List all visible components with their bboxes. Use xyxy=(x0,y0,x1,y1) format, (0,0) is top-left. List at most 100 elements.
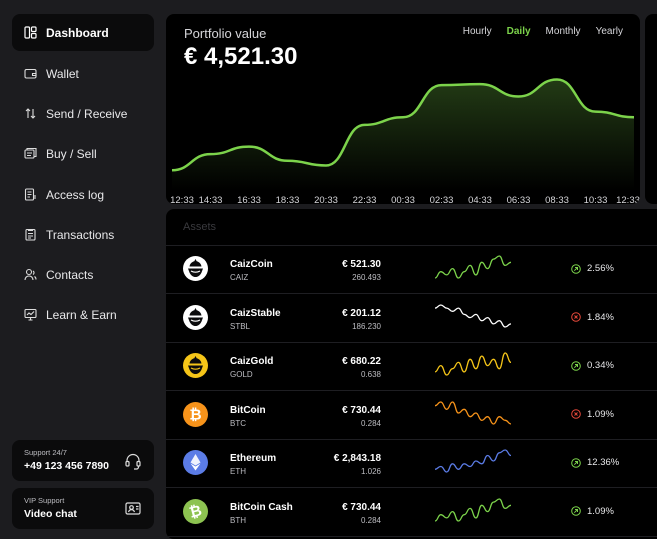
asset-row-gold[interactable]: CaizGold GOLD € 680.22 0.638 0.34% xyxy=(166,343,657,391)
asset-name: CaizStable xyxy=(230,307,281,319)
asset-sparkline xyxy=(434,303,512,328)
sidebar-item-transactions[interactable]: Transactions xyxy=(12,216,154,253)
trend-up-icon xyxy=(571,263,581,274)
asset-change: 12.36% xyxy=(571,457,619,468)
asset-change: 1.84% xyxy=(571,312,614,323)
asset-amount: 0.638 xyxy=(360,370,381,379)
asset-row-caiz[interactable]: CaizCoin CAIZ € 521.30 260.493 2.56% xyxy=(166,246,657,294)
caizgold-icon xyxy=(183,353,208,378)
asset-value: € 201.12 xyxy=(342,307,381,319)
support-card[interactable]: Support 24/7 +49 123 456 7890 xyxy=(12,440,154,481)
video-chat-icon xyxy=(124,500,142,518)
sidebar-item-label: Send / Receive xyxy=(46,106,128,121)
asset-sparkline xyxy=(434,255,512,279)
caizstable-icon xyxy=(183,304,208,330)
chart-area-fill xyxy=(172,79,634,190)
side-panel xyxy=(645,14,657,204)
trend-up-icon xyxy=(571,360,581,371)
asset-name: BitCoin xyxy=(230,404,266,416)
send-receive-icon xyxy=(24,107,37,120)
access-log-icon xyxy=(24,188,37,201)
asset-change: 0.34% xyxy=(571,360,614,371)
trend-up-icon xyxy=(571,506,581,516)
x-tick-label: 12:33 xyxy=(616,195,640,204)
asset-row-eth[interactable]: Ethereum ETH € 2,843.18 1.026 12.36% xyxy=(166,440,657,488)
asset-change-value: 1.84% xyxy=(587,311,614,323)
asset-row-btc[interactable]: ₿ BitCoin BTC € 730.44 0.284 1.09% xyxy=(166,392,657,440)
svg-text:₿: ₿ xyxy=(189,405,201,423)
wallet-icon xyxy=(24,67,37,80)
x-tick-label: 18:33 xyxy=(275,195,300,204)
x-tick-label: 06:33 xyxy=(506,195,531,204)
headset-icon xyxy=(124,452,142,470)
x-tick-label: 02:33 xyxy=(429,195,454,204)
sidebar-item-access-log[interactable]: Access log xyxy=(12,176,154,213)
asset-change-value: 1.09% xyxy=(587,505,614,517)
asset-change: 2.56% xyxy=(571,263,614,274)
asset-amount: 0.284 xyxy=(360,418,381,428)
trend-up-icon xyxy=(571,457,581,468)
asset-name: Ethereum xyxy=(230,453,277,464)
sidebar-item-send-receive[interactable]: Send / Receive xyxy=(12,95,154,132)
sidebar-item-label: Contacts xyxy=(46,267,94,282)
vip-video-chat-card[interactable]: VIP Support Video chat xyxy=(12,488,154,529)
asset-value: € 680.22 xyxy=(342,356,381,367)
x-tick-label: 00:33 xyxy=(391,195,415,204)
sidebar-item-dashboard[interactable]: Dashboard xyxy=(12,14,154,51)
x-tick-label: 20:33 xyxy=(314,195,338,204)
asset-change-value: 2.56% xyxy=(587,263,614,274)
sidebar-item-buy-sell[interactable]: Buy / Sell xyxy=(12,135,154,172)
portfolio-chart-card: Portfolio value € 4,521.30 Hourly Daily Mo… xyxy=(166,14,640,204)
sidebar-item-label: Dashboard xyxy=(46,25,109,40)
asset-sparkline xyxy=(434,449,512,473)
asset-value: € 730.44 xyxy=(342,501,381,513)
sidebar-item-wallet[interactable]: Wallet xyxy=(12,55,154,92)
sidebar-item-label: Transactions xyxy=(46,227,115,242)
x-tick-label: 10:33 xyxy=(583,195,608,204)
transactions-icon xyxy=(24,228,37,241)
asset-change: 1.09% xyxy=(571,506,614,517)
asset-symbol: BTH xyxy=(230,515,246,525)
sidebar: Dashboard Wallet Send / Receive Buy / Se… xyxy=(0,0,163,539)
portfolio-chart xyxy=(171,78,635,190)
assets-card: Assets CaizCoin CAIZ € 521.30 260.493 2.56% C… xyxy=(166,209,657,539)
asset-symbol: GOLD xyxy=(230,370,253,379)
asset-sparkline xyxy=(434,352,512,376)
asset-change: 1.09% xyxy=(571,409,614,420)
asset-name: CaizGold xyxy=(230,356,274,367)
x-tick-label: 12:33 xyxy=(170,195,194,204)
sidebar-item-label: Wallet xyxy=(46,66,79,81)
asset-value: € 521.30 xyxy=(342,259,381,270)
asset-row-stbl[interactable]: CaizStable STBL € 201.12 186.230 1.84% xyxy=(166,295,657,343)
asset-amount: 0.284 xyxy=(360,515,381,525)
asset-change-value: 12.36% xyxy=(587,457,620,468)
assets-header: Assets xyxy=(166,209,657,246)
x-tick-label: 14:33 xyxy=(198,195,223,204)
asset-name: BitCoin Cash xyxy=(230,501,293,513)
dashboard-icon xyxy=(24,26,37,39)
trend-down-icon xyxy=(571,312,581,322)
bitcoin-cash-icon: ₿ xyxy=(183,498,208,524)
sidebar-item-learn-earn[interactable]: Learn & Earn xyxy=(12,296,154,333)
sidebar-item-label: Access log xyxy=(46,187,105,202)
asset-change-value: 0.34% xyxy=(587,360,614,371)
asset-value: € 2,843.18 xyxy=(333,453,381,464)
x-tick-label: 08:33 xyxy=(545,195,569,204)
asset-sparkline xyxy=(434,497,512,522)
caizcoin-icon xyxy=(183,256,208,281)
contacts-icon xyxy=(24,268,37,281)
asset-amount: 260.493 xyxy=(352,273,381,282)
sidebar-item-contacts[interactable]: Contacts xyxy=(12,256,154,293)
svg-text:₿: ₿ xyxy=(187,501,203,522)
x-tick-label: 16:33 xyxy=(237,195,261,204)
sidebar-item-label: Buy / Sell xyxy=(46,146,97,161)
asset-symbol: STBL xyxy=(230,321,251,331)
asset-symbol: ETH xyxy=(230,467,246,476)
buy-sell-icon xyxy=(24,147,37,160)
x-tick-label: 04:33 xyxy=(468,195,492,204)
asset-row-bth[interactable]: ₿ BitCoin Cash BTH € 730.44 0.284 1.09% xyxy=(166,489,657,537)
ethereum-icon xyxy=(183,450,208,475)
bitcoin-icon: ₿ xyxy=(183,401,208,427)
asset-amount: 1.026 xyxy=(360,467,381,476)
asset-symbol: CAIZ xyxy=(230,273,249,282)
